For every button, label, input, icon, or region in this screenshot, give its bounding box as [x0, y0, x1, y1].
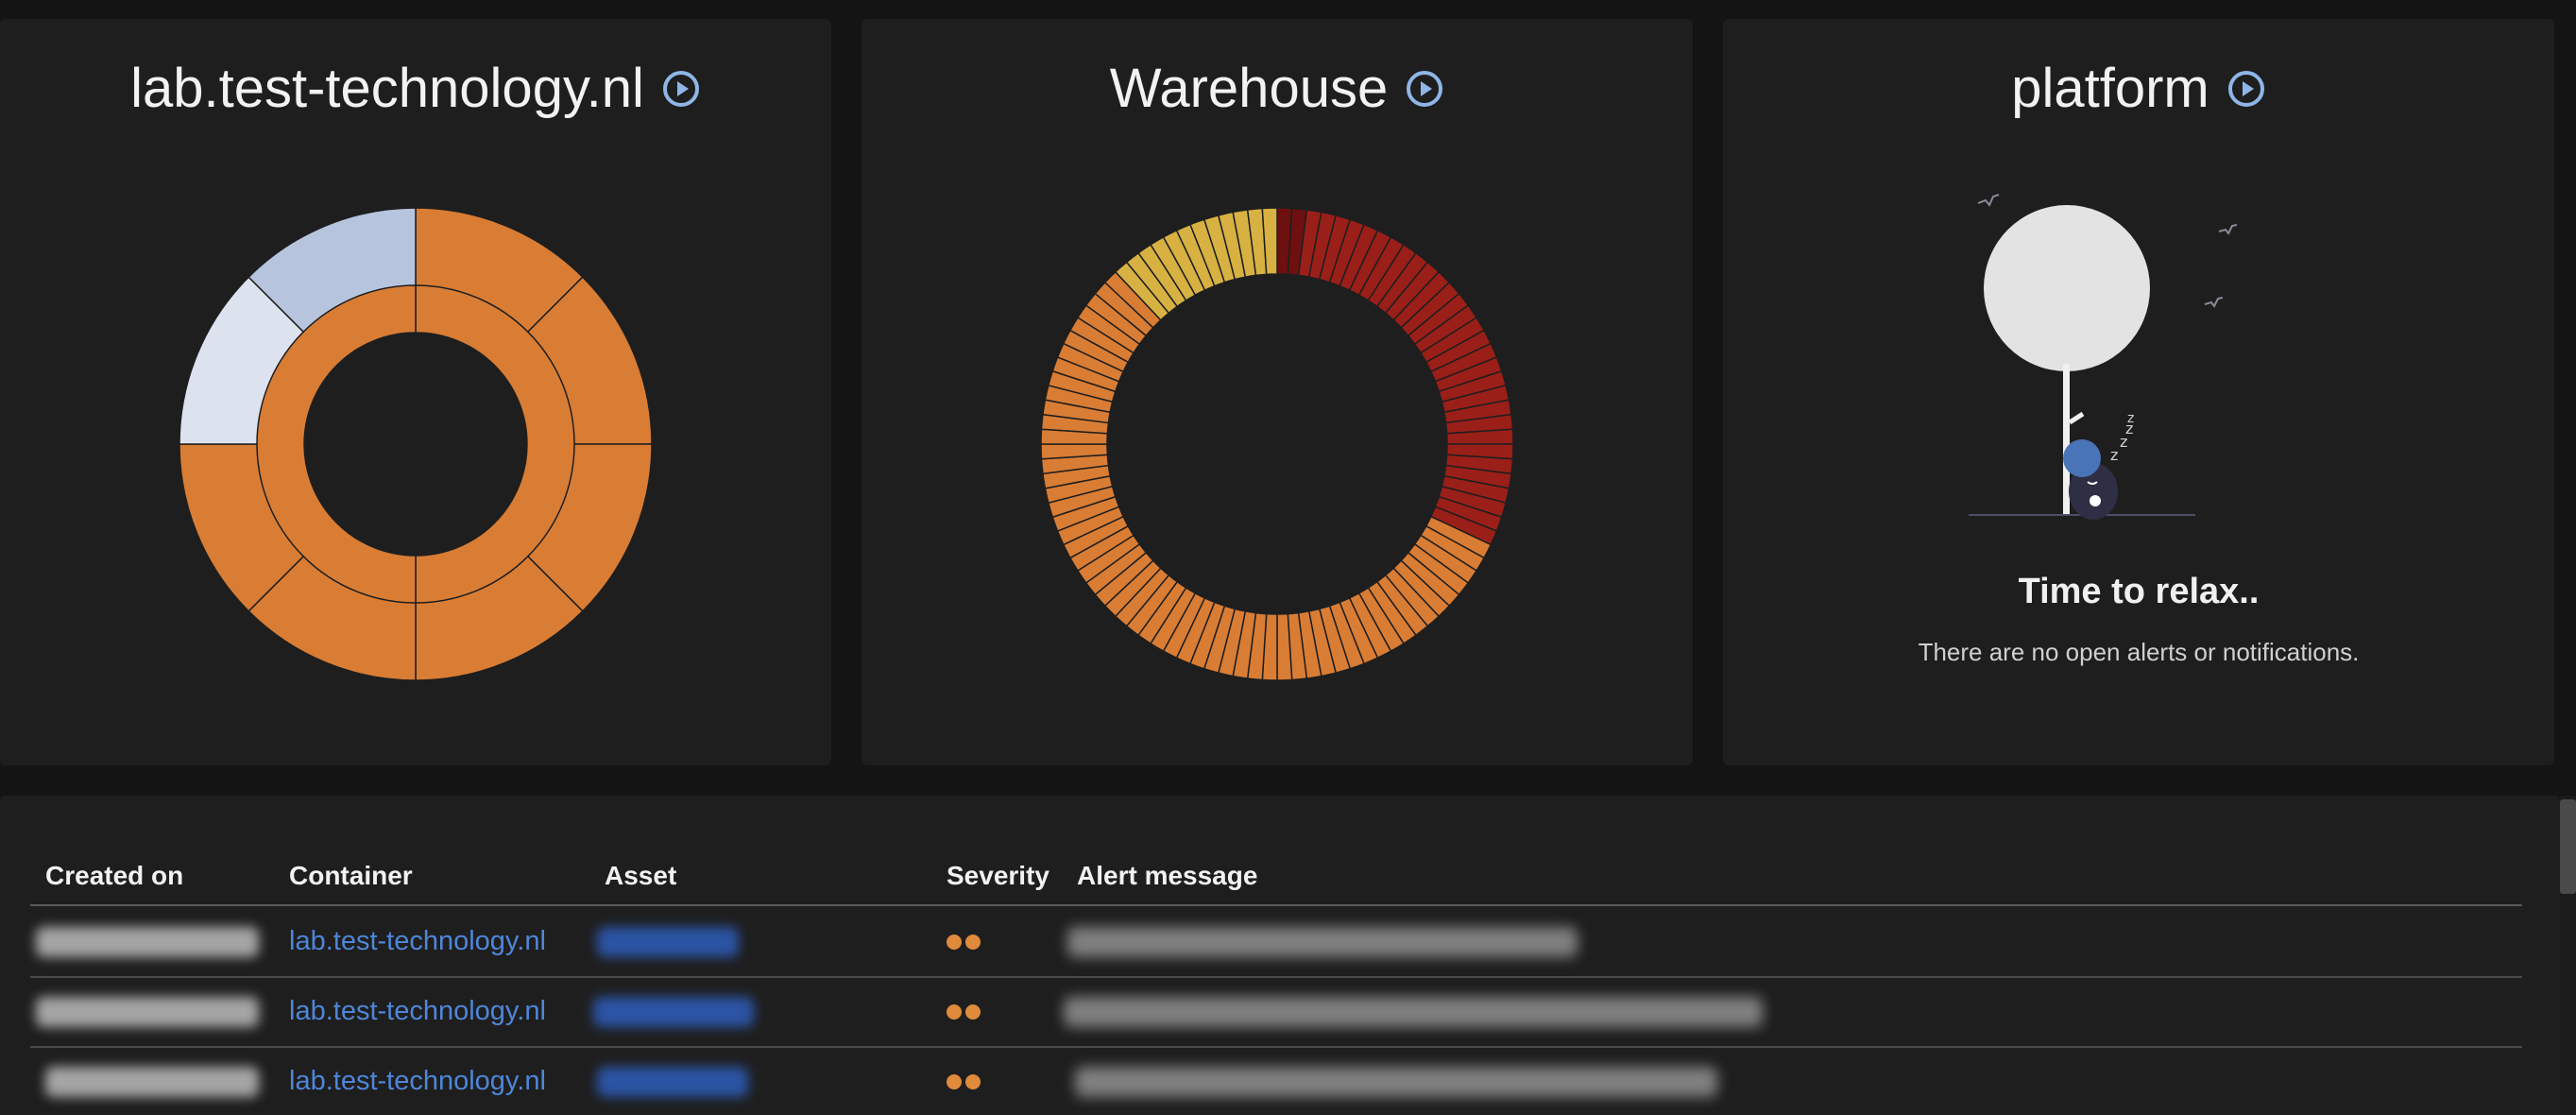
play-circle-icon[interactable]: [1405, 69, 1444, 109]
dashboard-panel-lab: lab.test-technology.nl: [0, 19, 831, 765]
table-row[interactable]: lab.test-technology.nl: [30, 976, 2522, 1048]
dashboard-panel-warehouse: Warehouse: [862, 19, 1693, 765]
bird-icon: [1977, 194, 2000, 207]
empty-state-title: Time to relax..: [2018, 572, 2260, 611]
container-link[interactable]: lab.test-technology.nl: [289, 1046, 546, 1115]
tree-trunk: [2063, 364, 2070, 515]
dashboard-panel-platform: platform z z z z Time to relax.. There a…: [1723, 19, 2554, 765]
panel-title-row: lab.test-technology.nl: [0, 57, 831, 120]
column-header-created-on[interactable]: Created on: [45, 848, 183, 904]
alert-message-redacted: [1075, 1067, 1717, 1097]
severity-indicator: [947, 935, 981, 950]
alert-message-redacted: [1064, 997, 1763, 1027]
severity-donut-chart[interactable]: [1041, 208, 1513, 680]
column-header-severity[interactable]: Severity: [947, 848, 1049, 904]
column-header-alert-message[interactable]: Alert message: [1077, 848, 1257, 904]
bird-icon: [2204, 297, 2224, 308]
severity-indicator: [947, 1074, 981, 1089]
sleep-z: z: [2110, 446, 2118, 464]
table-scrollbar-thumb[interactable]: [2560, 799, 2576, 894]
panel-title-row: Warehouse: [862, 57, 1693, 120]
empty-state-message: There are no open alerts or notification…: [1918, 638, 2360, 666]
asset-link-redacted[interactable]: [597, 1067, 748, 1097]
panel-title: Warehouse: [1109, 58, 1389, 119]
container-link[interactable]: lab.test-technology.nl: [289, 976, 546, 1046]
created-on-redacted: [36, 997, 259, 1027]
asset-link-redacted[interactable]: [597, 927, 739, 957]
play-circle-icon[interactable]: [661, 69, 701, 109]
tree-crown: [1984, 205, 2150, 371]
sleep-z: z: [2127, 411, 2134, 426]
created-on-redacted: [36, 927, 259, 957]
panel-title-row: platform: [1723, 57, 2554, 120]
column-header-container[interactable]: Container: [289, 848, 413, 904]
alerts-table: Created on Container Asset Severity Aler…: [0, 796, 2560, 1115]
severity-indicator: [947, 1004, 981, 1020]
table-row[interactable]: lab.test-technology.nl: [30, 1046, 2522, 1115]
panel-title: platform: [2011, 58, 2209, 119]
table-row[interactable]: lab.test-technology.nl: [30, 906, 2522, 978]
sunburst-chart[interactable]: [179, 208, 652, 680]
bird-icon: [2218, 224, 2238, 235]
alert-message-redacted: [1067, 927, 1578, 957]
panel-title: lab.test-technology.nl: [130, 58, 644, 119]
play-circle-icon[interactable]: [2226, 69, 2266, 109]
container-link[interactable]: lab.test-technology.nl: [289, 906, 546, 976]
table-header: Created on Container Asset Severity Aler…: [30, 848, 2522, 906]
relax-illustration: z z z z: [1969, 194, 2238, 520]
created-on-redacted: [45, 1067, 259, 1097]
column-header-asset[interactable]: Asset: [605, 848, 676, 904]
asset-link-redacted[interactable]: [593, 997, 754, 1027]
